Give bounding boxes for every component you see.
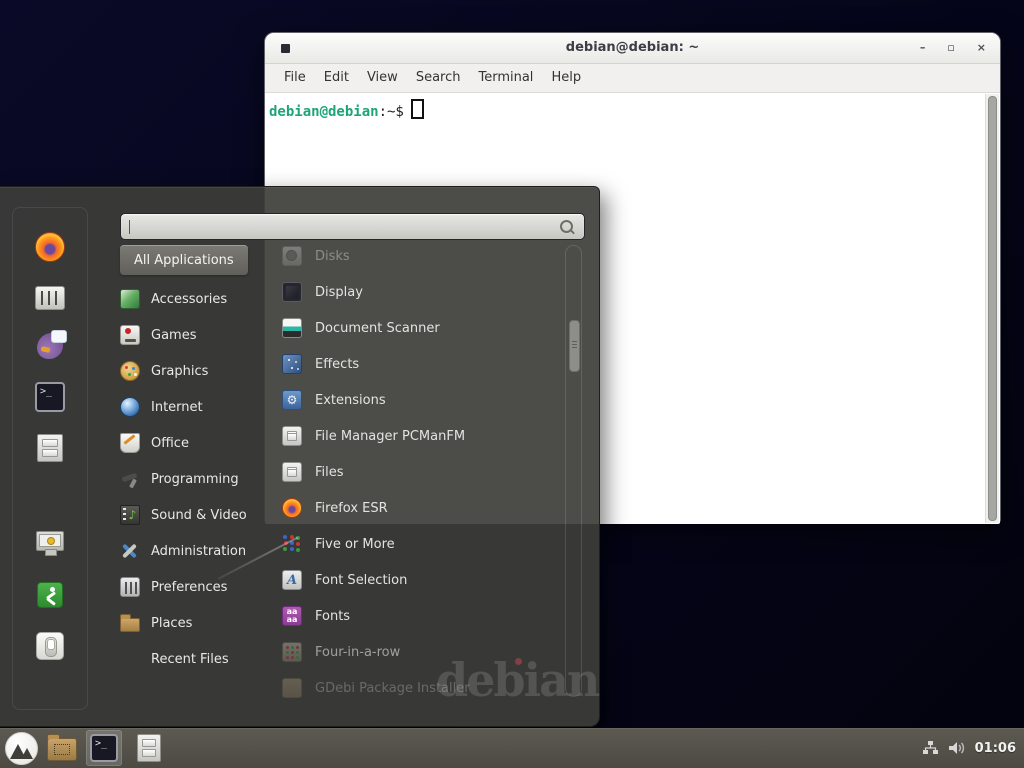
firefox-icon (282, 498, 302, 518)
category-programming[interactable]: Programming (112, 461, 277, 497)
extensions-icon: ⚙ (282, 390, 302, 410)
menu-search[interactable]: Search (407, 64, 470, 92)
menu-help[interactable]: Help (542, 64, 590, 92)
disks-icon (282, 246, 302, 266)
lock-screen-icon[interactable] (35, 529, 65, 559)
office-icon (120, 433, 140, 453)
menu-file[interactable]: File (275, 64, 315, 92)
category-graphics[interactable]: Graphics (112, 353, 277, 389)
app-font-selection[interactable]: A Font Selection (282, 562, 554, 598)
terminal-cursor (411, 99, 424, 119)
favorite-firefox-icon[interactable] (35, 232, 65, 262)
category-places[interactable]: Places (112, 605, 277, 641)
effects-icon (282, 354, 302, 374)
terminal-title: debian@debian: ~ (265, 33, 1000, 63)
text-caret (129, 220, 130, 234)
places-icon (120, 618, 140, 632)
application-list: Disks Display Document Scanner Effects ⚙… (282, 238, 554, 706)
app-disks[interactable]: Disks (282, 238, 554, 274)
category-recent-files[interactable]: Recent Files (112, 641, 277, 677)
category-accessories[interactable]: Accessories (112, 281, 277, 317)
file-cabinet-icon (137, 734, 161, 762)
category-internet[interactable]: Internet (112, 389, 277, 425)
administration-icon (120, 541, 140, 561)
programming-icon (120, 469, 140, 489)
terminal-scrollbar[interactable] (985, 94, 999, 523)
terminal-icon: >_ (90, 734, 118, 762)
app-file-manager-pcmanfm[interactable]: File Manager PCManFM (282, 418, 554, 454)
favorite-terminal-icon[interactable]: >_ (35, 382, 65, 412)
preferences-icon (120, 577, 140, 597)
app-fonts[interactable]: aa aa Fonts (282, 598, 554, 634)
category-list: All Applications Accessories Games Graph… (112, 245, 277, 677)
file-manager-icon (282, 426, 302, 446)
app-display[interactable]: Display (282, 274, 554, 310)
terminal-titlebar[interactable]: debian@debian: ~ – ▫ × (265, 33, 1000, 64)
fonts-icon: aa aa (282, 606, 302, 626)
menu-edit[interactable]: Edit (315, 64, 358, 92)
app-effects[interactable]: Effects (282, 346, 554, 382)
favorite-file-manager-icon[interactable] (37, 434, 63, 462)
category-preferences[interactable]: Preferences (112, 569, 277, 605)
app-files[interactable]: Files (282, 454, 554, 490)
internet-icon (120, 397, 140, 417)
taskbar-files-button[interactable] (131, 730, 167, 766)
application-menu: >_ All Applications Accessories Games Gr… (0, 186, 600, 727)
network-icon[interactable] (922, 740, 939, 756)
favorite-settings-icon[interactable] (35, 286, 65, 310)
favorite-pidgin-icon[interactable] (37, 333, 63, 359)
log-out-icon[interactable] (37, 582, 63, 608)
category-office[interactable]: Office (112, 425, 277, 461)
debian-logo-dot (515, 658, 522, 665)
files-icon (282, 462, 302, 482)
category-sound-video[interactable]: ♪ Sound & Video (112, 497, 277, 533)
clock[interactable]: 01:06 (975, 741, 1016, 756)
app-firefox-esr[interactable]: Firefox ESR (282, 490, 554, 526)
maximize-icon[interactable]: ▫ (947, 33, 954, 63)
document-scanner-icon (282, 318, 302, 338)
sound-video-icon: ♪ (120, 505, 140, 525)
menu-terminal[interactable]: Terminal (469, 64, 542, 92)
menu-button[interactable] (5, 732, 38, 765)
search-input[interactable] (120, 213, 585, 240)
graphics-icon (120, 361, 140, 381)
prompt-suffix: :~$ (379, 104, 404, 120)
prompt-user: debian@debian (269, 104, 379, 120)
app-five-or-more[interactable]: Five or More (282, 526, 554, 562)
menu-view[interactable]: View (358, 64, 407, 92)
volume-icon[interactable] (948, 740, 966, 756)
app-document-scanner[interactable]: Document Scanner (282, 310, 554, 346)
category-administration[interactable]: Administration (112, 533, 277, 569)
terminal-menubar: File Edit View Search Terminal Help (265, 64, 1000, 93)
taskbar-terminal-button[interactable]: >_ (86, 730, 122, 766)
terminal-scrollbar-thumb[interactable] (988, 96, 997, 521)
desktop-folder-icon[interactable] (47, 738, 77, 761)
minimize-icon[interactable]: – (920, 33, 926, 63)
font-selection-icon: A (282, 570, 302, 590)
menu-scrollbar-thumb[interactable] (569, 320, 580, 372)
category-all-applications[interactable]: All Applications (120, 245, 248, 275)
games-icon (120, 325, 140, 345)
display-icon (282, 282, 302, 302)
close-icon[interactable]: × (977, 33, 986, 63)
menu-scrollbar[interactable] (565, 245, 582, 697)
taskbar: >_ 01:06 (0, 728, 1024, 768)
accessories-icon (120, 289, 140, 309)
app-extensions[interactable]: ⚙ Extensions (282, 382, 554, 418)
category-games[interactable]: Games (112, 317, 277, 353)
search-icon (560, 220, 573, 233)
four-in-a-row-icon (282, 642, 302, 662)
favorites-column: >_ (12, 207, 88, 710)
debian-watermark: debian (436, 653, 598, 707)
gdebi-icon (282, 678, 302, 698)
desktop: { "desktop": { "watermark": "debian", "b… (0, 0, 1024, 768)
shut-down-icon[interactable] (36, 632, 64, 660)
